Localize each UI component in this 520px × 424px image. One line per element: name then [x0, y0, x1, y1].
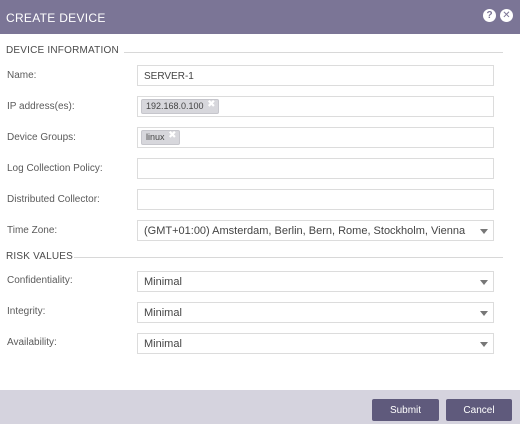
- device-groups-field[interactable]: linux ✖: [137, 127, 494, 148]
- ip-tag-text: 192.168.0.100: [146, 101, 204, 111]
- section-risk-values: RISK VALUES: [6, 251, 74, 262]
- name-label: Name:: [7, 70, 37, 81]
- collector-label: Distributed Collector:: [7, 194, 100, 205]
- availability-label: Availability:: [7, 337, 57, 348]
- remove-tag-icon[interactable]: ✖: [207, 98, 215, 111]
- help-icon[interactable]: ?: [483, 9, 496, 22]
- chevron-down-icon: [480, 342, 488, 347]
- timezone-select[interactable]: (GMT+01:00) Amsterdam, Berlin, Bern, Rom…: [137, 220, 494, 241]
- section-device-information: DEVICE INFORMATION: [6, 45, 119, 56]
- dialog-body: DEVICE INFORMATION Name: SERVER-1 IP add…: [0, 34, 520, 390]
- availability-select[interactable]: Minimal: [137, 333, 494, 354]
- device-groups-label: Device Groups:: [7, 132, 76, 143]
- dialog-title: CREATE DEVICE: [6, 11, 106, 25]
- group-tag-text: linux: [146, 132, 165, 142]
- dialog-header: CREATE DEVICE ? ✕: [0, 0, 520, 34]
- ip-label: IP address(es):: [7, 101, 75, 112]
- integrity-label: Integrity:: [7, 306, 46, 317]
- cancel-button[interactable]: Cancel: [446, 399, 512, 421]
- name-field[interactable]: SERVER-1: [137, 65, 494, 86]
- chevron-down-icon: [480, 280, 488, 285]
- availability-value: Minimal: [144, 338, 182, 350]
- chevron-down-icon: [480, 311, 488, 316]
- integrity-value: Minimal: [144, 307, 182, 319]
- log-policy-label: Log Collection Policy:: [7, 163, 103, 174]
- submit-button[interactable]: Submit: [372, 399, 439, 421]
- timezone-label: Time Zone:: [7, 225, 58, 236]
- ip-tag: 192.168.0.100 ✖: [141, 99, 219, 114]
- remove-tag-icon[interactable]: ✖: [168, 129, 176, 142]
- confidentiality-select[interactable]: Minimal: [137, 271, 494, 292]
- timezone-value: (GMT+01:00) Amsterdam, Berlin, Bern, Rom…: [144, 225, 466, 237]
- group-tag: linux ✖: [141, 130, 180, 145]
- header-icons: ? ✕: [483, 9, 513, 22]
- section-divider: [124, 52, 503, 53]
- section-divider: [74, 257, 503, 258]
- name-value: SERVER-1: [144, 71, 194, 82]
- dialog-footer: Submit Cancel: [0, 390, 520, 424]
- chevron-down-icon: [480, 229, 488, 234]
- close-icon[interactable]: ✕: [500, 9, 513, 22]
- ip-address-field[interactable]: 192.168.0.100 ✖: [137, 96, 494, 117]
- distributed-collector-field[interactable]: [137, 189, 494, 210]
- log-collection-policy-field[interactable]: [137, 158, 494, 179]
- confidentiality-value: Minimal: [144, 276, 182, 288]
- confidentiality-label: Confidentiality:: [7, 275, 73, 286]
- integrity-select[interactable]: Minimal: [137, 302, 494, 323]
